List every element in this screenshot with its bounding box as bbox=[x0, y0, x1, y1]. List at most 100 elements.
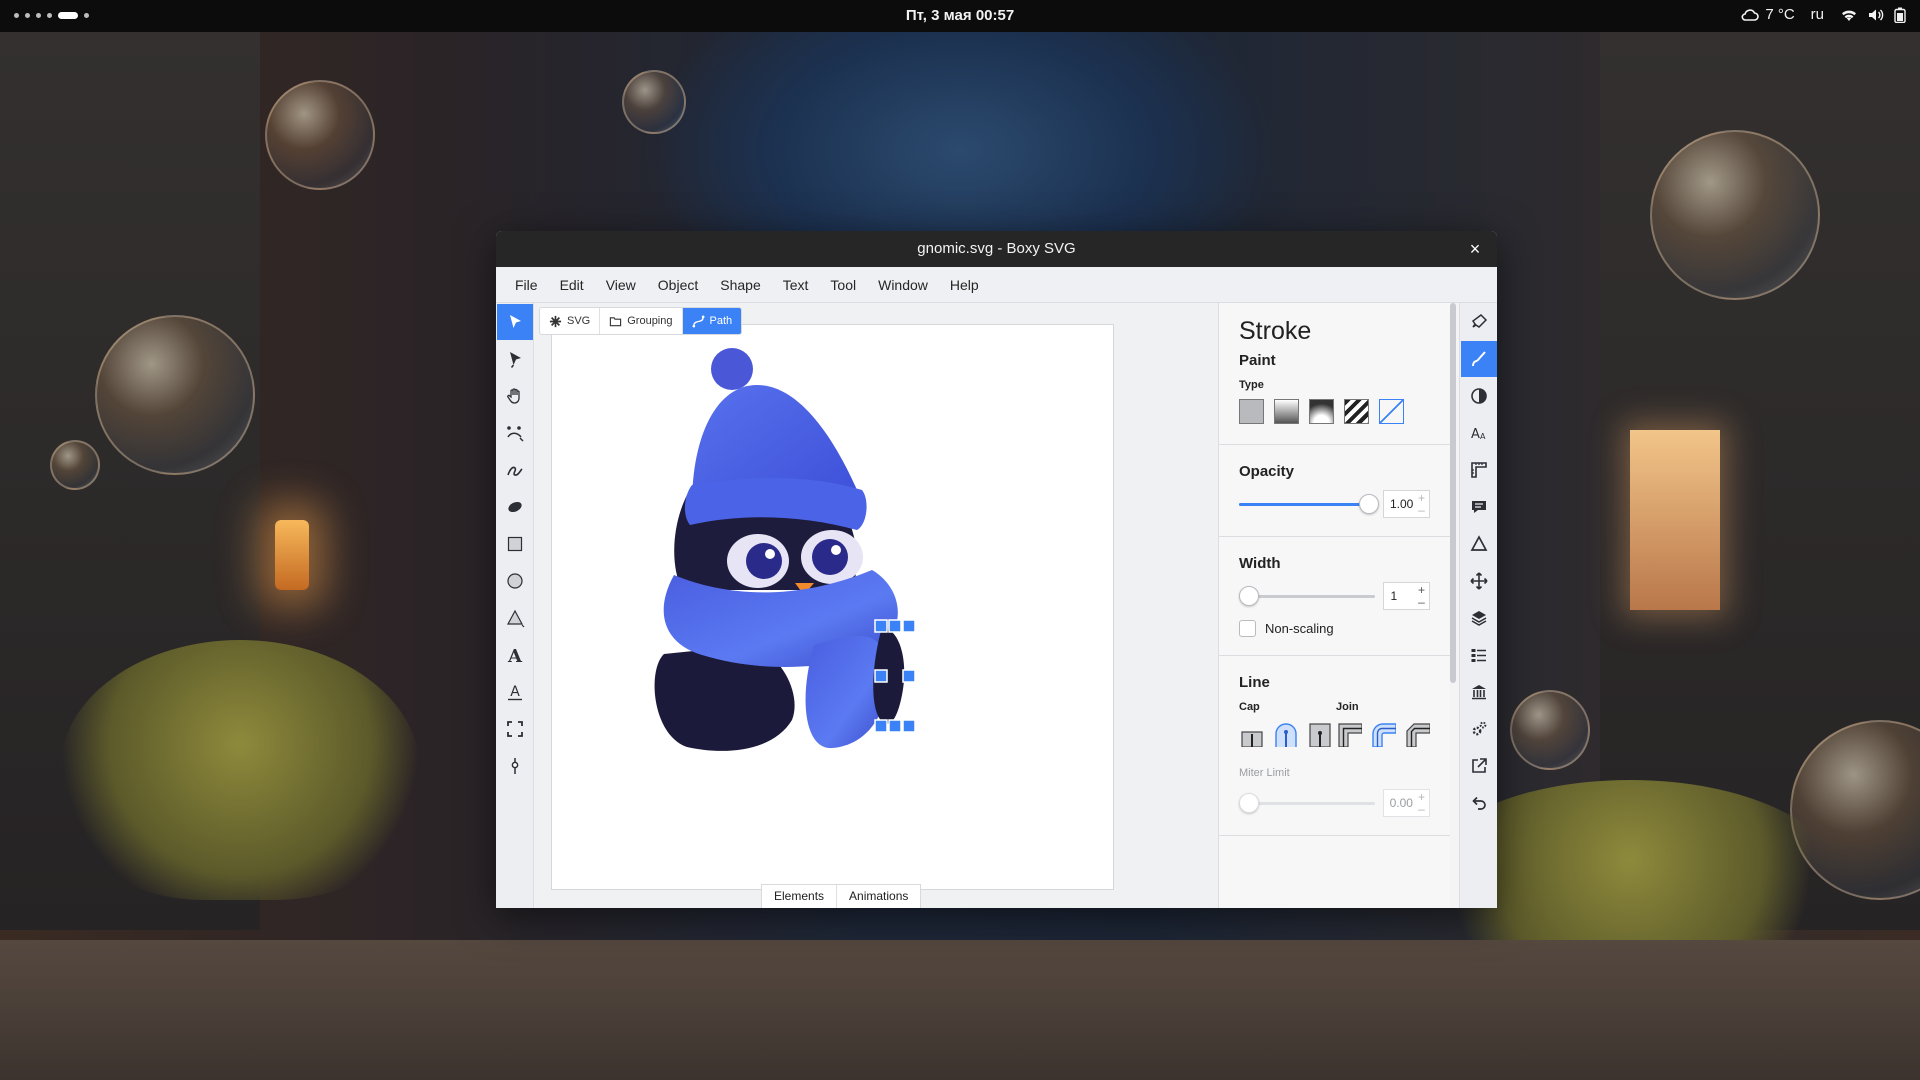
library-panel-button[interactable] bbox=[1461, 674, 1497, 710]
hand-pan-icon bbox=[507, 388, 520, 404]
pattern-icon[interactable] bbox=[1344, 399, 1369, 424]
left-tool-palette: A A bbox=[496, 303, 534, 908]
miter-join-icon[interactable] bbox=[1336, 721, 1362, 747]
comments-panel-button[interactable] bbox=[1461, 489, 1497, 525]
window-close-button[interactable]: × bbox=[1463, 237, 1487, 261]
window-titlebar[interactable]: gnomic.svg - Boxy SVG × bbox=[496, 231, 1497, 267]
blob-tool[interactable] bbox=[497, 489, 533, 525]
hat-pompom[interactable] bbox=[711, 348, 753, 390]
menu-text[interactable]: Text bbox=[772, 277, 820, 293]
menu-shape[interactable]: Shape bbox=[709, 277, 771, 293]
tab-elements[interactable]: Elements bbox=[762, 885, 838, 908]
breadcrumb-grouping[interactable]: Grouping bbox=[600, 308, 683, 334]
cloud-icon bbox=[1741, 8, 1760, 22]
triangle-outline-icon bbox=[1470, 535, 1488, 551]
keyboard-layout-indicator[interactable]: ru bbox=[1811, 6, 1824, 23]
typography-panel-button[interactable]: AA bbox=[1461, 415, 1497, 451]
history-panel-button[interactable] bbox=[1461, 785, 1497, 821]
svg-text:A: A bbox=[507, 646, 523, 665]
pan-tool[interactable] bbox=[497, 378, 533, 414]
defs-panel-button[interactable] bbox=[1461, 711, 1497, 747]
system-tray[interactable]: 7 °C ru bbox=[1741, 6, 1906, 23]
text-icon: A bbox=[507, 646, 523, 665]
non-scaling-checkbox[interactable] bbox=[1239, 620, 1256, 637]
crop-tool[interactable] bbox=[497, 711, 533, 747]
stroke-panel-button[interactable] bbox=[1461, 341, 1497, 377]
width-input[interactable]: 1 + – bbox=[1383, 582, 1430, 610]
bottom-panel-tabs: Elements Animations bbox=[761, 884, 922, 908]
menu-view[interactable]: View bbox=[595, 277, 647, 293]
svg-text:A: A bbox=[510, 684, 520, 700]
canvas-area[interactable]: SVG Grouping Path Elements Animations bbox=[535, 303, 1218, 908]
shapes-panel-button[interactable] bbox=[1461, 526, 1497, 562]
layers-panel-button[interactable] bbox=[1461, 600, 1497, 636]
panel-scrollbar[interactable] bbox=[1450, 303, 1456, 683]
gnomic-artwork[interactable] bbox=[552, 325, 1115, 891]
rectangle-icon bbox=[507, 536, 523, 552]
width-section: Width 1 + – Non-scaling bbox=[1219, 537, 1450, 656]
menu-window[interactable]: Window bbox=[867, 277, 939, 293]
eyedropper-tool[interactable] bbox=[497, 748, 533, 784]
ellipse-tool[interactable] bbox=[497, 563, 533, 599]
menu-tool[interactable]: Tool bbox=[819, 277, 867, 293]
svg-text:A: A bbox=[1480, 432, 1486, 441]
bezier-pen-icon bbox=[507, 426, 524, 442]
pointer-tool[interactable] bbox=[497, 304, 533, 340]
typography-icon: AA bbox=[1471, 427, 1486, 442]
pointer-arrow-icon bbox=[510, 315, 521, 328]
menu-file[interactable]: File bbox=[504, 277, 549, 293]
date-time-clock[interactable]: Пт, 3 мая 00:57 bbox=[0, 7, 1920, 24]
battery-icon bbox=[1894, 7, 1906, 23]
path-curve-icon bbox=[692, 315, 704, 327]
breadcrumb-svg[interactable]: SVG bbox=[540, 308, 601, 334]
node-edit-tool[interactable] bbox=[497, 341, 533, 377]
artboard[interactable] bbox=[551, 324, 1114, 890]
window-title: gnomic.svg - Boxy SVG bbox=[917, 240, 1076, 257]
compositing-panel-button[interactable] bbox=[1461, 378, 1497, 414]
join-group: Join bbox=[1336, 701, 1430, 747]
rectangle-tool[interactable] bbox=[497, 526, 533, 562]
crop-frame-icon bbox=[507, 721, 523, 737]
opacity-section: Opacity 1.00 + – bbox=[1219, 445, 1450, 537]
move-arrows-icon bbox=[1470, 572, 1488, 590]
breadcrumb-path[interactable]: Path bbox=[682, 308, 742, 334]
round-cap-icon[interactable] bbox=[1273, 721, 1299, 747]
text-on-path-tool[interactable]: A bbox=[497, 674, 533, 710]
opacity-slider-thumb[interactable] bbox=[1359, 493, 1379, 514]
node-edit-arrow-icon bbox=[510, 352, 521, 368]
width-slider[interactable] bbox=[1239, 585, 1376, 606]
none-paint-icon[interactable] bbox=[1379, 399, 1404, 424]
solid-paint-icon[interactable] bbox=[1239, 399, 1264, 424]
menu-edit[interactable]: Edit bbox=[549, 277, 595, 293]
miter-limit-slider-thumb bbox=[1239, 792, 1259, 813]
butt-cap-icon[interactable] bbox=[1239, 721, 1265, 747]
opacity-stepper[interactable]: + – bbox=[1418, 492, 1425, 516]
breadcrumb-path-label: Path bbox=[709, 315, 733, 327]
right-panel-switcher: AA bbox=[1459, 303, 1497, 908]
radial-gradient-icon[interactable] bbox=[1309, 399, 1334, 424]
menu-help[interactable]: Help bbox=[939, 277, 990, 293]
opacity-input[interactable]: 1.00 + – bbox=[1383, 490, 1430, 518]
opacity-slider[interactable] bbox=[1239, 493, 1379, 514]
text-tool[interactable]: A bbox=[497, 637, 533, 673]
square-cap-icon[interactable] bbox=[1307, 721, 1333, 747]
miter-limit-stepper: + – bbox=[1417, 790, 1425, 816]
export-panel-button[interactable] bbox=[1461, 748, 1497, 784]
bezier-tool[interactable] bbox=[497, 415, 533, 451]
transform-panel-button[interactable] bbox=[1461, 563, 1497, 599]
geometry-panel-button[interactable] bbox=[1461, 452, 1497, 488]
fill-panel-button[interactable] bbox=[1461, 304, 1497, 340]
polygon-tool[interactable] bbox=[497, 600, 533, 636]
freehand-tool[interactable] bbox=[497, 452, 533, 488]
status-icons[interactable] bbox=[1840, 7, 1906, 23]
tab-animations[interactable]: Animations bbox=[837, 885, 920, 908]
elements-list-button[interactable] bbox=[1461, 637, 1497, 673]
width-stepper[interactable]: + – bbox=[1418, 584, 1425, 608]
weather-widget[interactable]: 7 °C bbox=[1741, 6, 1795, 23]
bevel-join-icon[interactable] bbox=[1404, 721, 1430, 747]
width-slider-thumb[interactable] bbox=[1239, 585, 1259, 606]
round-join-icon[interactable] bbox=[1370, 721, 1396, 747]
wallpaper-bubble bbox=[265, 80, 375, 190]
menu-object[interactable]: Object bbox=[647, 277, 709, 293]
linear-gradient-icon[interactable] bbox=[1274, 399, 1299, 424]
